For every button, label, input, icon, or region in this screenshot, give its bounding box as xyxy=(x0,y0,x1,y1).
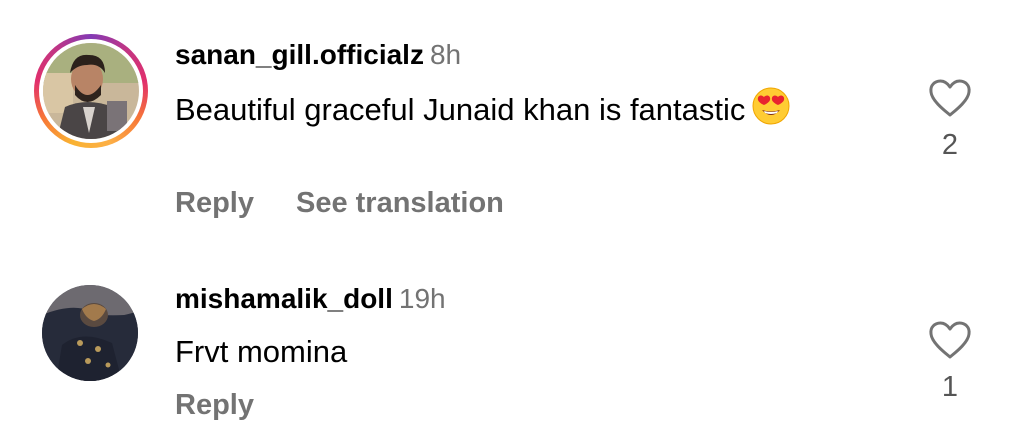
reply-button[interactable]: Reply xyxy=(175,187,254,219)
heart-eyes-emoji xyxy=(751,86,791,138)
comment-item: sanan_gill.officialz 8h Beautiful gracefu… xyxy=(0,0,1024,240)
comment-actions: Reply See translation xyxy=(175,186,504,220)
comment-item: mishamalik_doll 19h Frvt momina Reply 1 xyxy=(0,240,1024,433)
heart-icon[interactable] xyxy=(928,320,972,360)
username[interactable]: mishamalik_doll xyxy=(175,283,393,314)
timestamp: 19h xyxy=(398,283,446,314)
username[interactable]: sanan_gill.officialz xyxy=(175,39,424,70)
comment-body: Beautiful graceful Junaid khan is fantas… xyxy=(175,92,746,127)
heart-icon[interactable] xyxy=(928,78,972,118)
avatar-story-ring[interactable] xyxy=(34,34,148,148)
like-count: 2 xyxy=(941,129,959,161)
comment-header: mishamalik_doll 19h xyxy=(175,282,446,316)
see-translation-button[interactable]: See translation xyxy=(296,187,504,219)
timestamp: 8h xyxy=(429,39,462,70)
reply-button[interactable]: Reply xyxy=(175,389,254,421)
like-column: 1 xyxy=(920,320,980,404)
avatar-container[interactable] xyxy=(42,285,156,399)
comment-actions: Reply xyxy=(175,388,254,422)
like-column: 2 xyxy=(920,78,980,162)
comment-header: sanan_gill.officialz 8h xyxy=(175,38,461,72)
comment-text: Beautiful graceful Junaid khan is fantas… xyxy=(175,86,795,138)
comment-text: Frvt momina xyxy=(175,330,795,374)
comment-body: Frvt momina xyxy=(175,334,348,369)
avatar xyxy=(43,43,139,139)
like-count: 1 xyxy=(941,371,959,403)
avatar xyxy=(42,285,138,381)
